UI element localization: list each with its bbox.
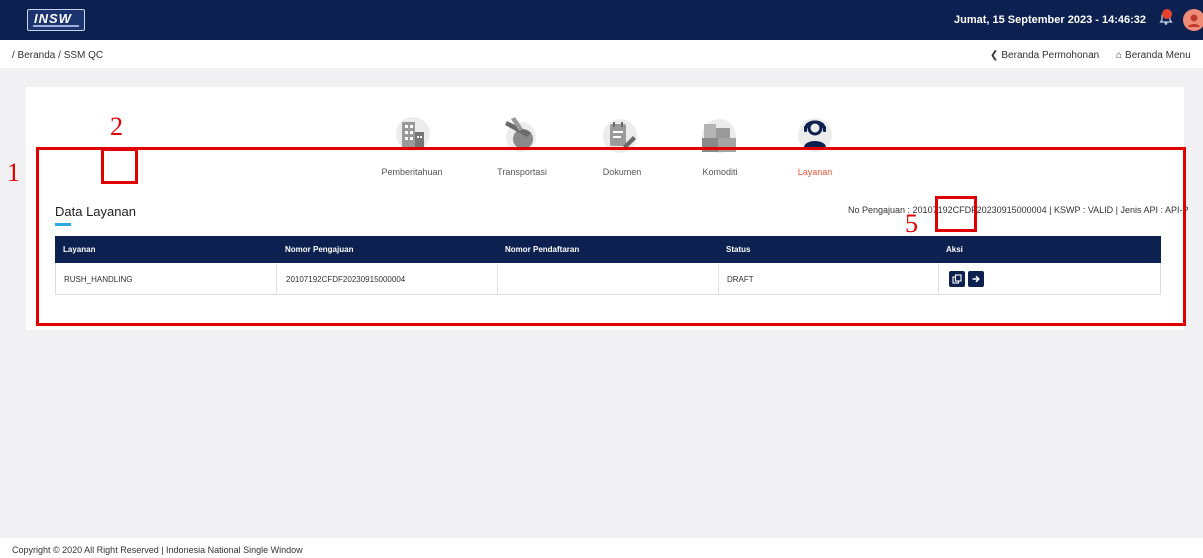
annotation-label-5: 5 [905,209,918,238]
breadcrumb[interactable]: / Beranda / SSM QC [12,50,103,61]
annotation-label-2: 2 [110,112,123,141]
chevron-left-icon: ❮ [990,50,999,61]
annotation-box-2 [101,148,138,184]
user-avatar[interactable] [1183,9,1203,31]
copyright-text: Copyright © 2020 All Right Reserved | In… [12,545,303,555]
notification-badge [1162,9,1172,19]
annotation-box-5 [935,196,977,232]
annotation-label-1: 1 [7,158,20,187]
current-datetime: Jumat, 15 September 2023 - 14:46:32 [954,14,1146,26]
breadcrumb-bar: / Beranda / SSM QC ❮ Beranda Permohonan ⌂… [0,40,1203,68]
beranda-menu-link[interactable]: ⌂ Beranda Menu [1116,50,1191,61]
home-icon: ⌂ [1116,50,1123,61]
user-icon [1188,14,1200,27]
annotation-box-1 [36,147,1186,326]
footer: Copyright © 2020 All Right Reserved | In… [0,538,1203,558]
logo-text: INSW [34,11,72,26]
insw-logo[interactable]: INSW [27,9,85,31]
top-navbar: INSW Jumat, 15 September 2023 - 14:46:32 [0,0,1203,40]
beranda-permohonan-link[interactable]: ❮ Beranda Permohonan [990,50,1099,61]
